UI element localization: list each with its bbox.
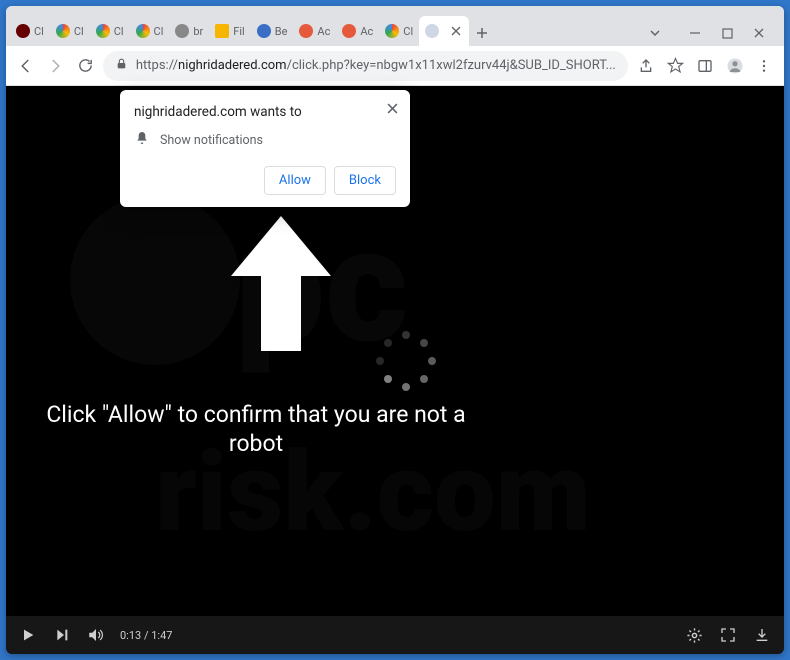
minimize-button[interactable] bbox=[688, 26, 702, 40]
tab-3[interactable]: Cl bbox=[130, 16, 170, 46]
tab-label: Fil bbox=[233, 25, 244, 38]
nav-bar: https://nighridadered.com/click.php?key=… bbox=[6, 46, 784, 86]
tab-6[interactable]: Be bbox=[251, 16, 294, 46]
tab-label: Cl bbox=[403, 25, 413, 38]
tab-5[interactable]: Fil bbox=[209, 16, 250, 46]
forward-button[interactable] bbox=[44, 52, 68, 80]
tab-label: Be bbox=[275, 25, 288, 38]
video-time: 0:13 / 1:47 bbox=[120, 629, 172, 642]
tab-1[interactable]: Cl bbox=[50, 16, 90, 46]
tab-label: Cl bbox=[114, 25, 124, 38]
arrow-up-icon bbox=[221, 206, 341, 360]
tab-4[interactable]: br bbox=[169, 16, 209, 46]
menu-button[interactable] bbox=[752, 52, 776, 80]
loading-spinner bbox=[376, 331, 436, 391]
block-button[interactable]: Block bbox=[334, 166, 396, 195]
dialog-close-button[interactable] bbox=[384, 100, 400, 116]
favicon-globe bbox=[175, 24, 189, 38]
tab-strip: Cl Cl Cl Cl br Fil Be Ac Ac Cl bbox=[6, 6, 784, 46]
reload-button[interactable] bbox=[73, 52, 97, 80]
favicon-chrome bbox=[56, 24, 70, 38]
bell-icon bbox=[134, 130, 150, 150]
favicon-chrome bbox=[136, 24, 150, 38]
page-prompt-text: Click "Allow" to confirm that you are no… bbox=[36, 401, 476, 459]
tab-label: Ac bbox=[317, 25, 330, 38]
tab-active[interactable] bbox=[419, 16, 469, 46]
close-icon[interactable] bbox=[449, 24, 463, 38]
volume-button[interactable] bbox=[86, 625, 106, 645]
download-button[interactable] bbox=[752, 625, 772, 645]
favicon-folder bbox=[215, 24, 229, 38]
window-controls bbox=[648, 26, 780, 46]
tab-2[interactable]: Cl bbox=[90, 16, 130, 46]
favicon-page bbox=[425, 24, 439, 38]
tab-9[interactable]: Cl bbox=[379, 16, 419, 46]
allow-button[interactable]: Allow bbox=[264, 166, 326, 195]
tab-label: Cl bbox=[154, 25, 164, 38]
close-window-button[interactable] bbox=[752, 26, 766, 40]
favicon-chrome bbox=[385, 24, 399, 38]
bookmark-button[interactable] bbox=[663, 52, 687, 80]
tab-label: Cl bbox=[34, 25, 44, 38]
back-button[interactable] bbox=[14, 52, 38, 80]
settings-button[interactable] bbox=[684, 625, 704, 645]
tab-label: Cl bbox=[74, 25, 84, 38]
next-button[interactable] bbox=[52, 625, 72, 645]
share-button[interactable] bbox=[634, 52, 658, 80]
favicon-red bbox=[16, 24, 30, 38]
url-text: https://nighridadered.com/click.php?key=… bbox=[136, 58, 616, 73]
browser-window: Cl Cl Cl Cl br Fil Be Ac Ac Cl bbox=[6, 6, 784, 654]
lock-icon bbox=[115, 57, 128, 74]
favicon-nosign bbox=[342, 24, 356, 38]
favicon-shield bbox=[257, 24, 271, 38]
address-bar[interactable]: https://nighridadered.com/click.php?key=… bbox=[103, 51, 628, 81]
dialog-title: nighridadered.com wants to bbox=[134, 104, 396, 120]
dialog-subtitle: Show notifications bbox=[160, 133, 263, 148]
favicon-nosign bbox=[299, 24, 313, 38]
tab-0[interactable]: Cl bbox=[10, 16, 50, 46]
tab-label: br bbox=[193, 25, 203, 38]
maximize-button[interactable] bbox=[720, 26, 734, 40]
dialog-subtitle-row: Show notifications bbox=[134, 130, 396, 150]
play-button[interactable] bbox=[18, 625, 38, 645]
video-controls: 0:13 / 1:47 bbox=[6, 616, 784, 654]
new-tab-button[interactable] bbox=[469, 20, 495, 46]
chevron-down-icon[interactable] bbox=[648, 26, 662, 40]
tab-7[interactable]: Ac bbox=[293, 16, 336, 46]
side-panel-button[interactable] bbox=[693, 52, 717, 80]
notification-dialog: nighridadered.com wants to Show notifica… bbox=[120, 90, 410, 207]
favicon-chrome bbox=[96, 24, 110, 38]
tab-label: Ac bbox=[360, 25, 373, 38]
profile-button[interactable] bbox=[723, 52, 747, 80]
fullscreen-button[interactable] bbox=[718, 625, 738, 645]
tab-8[interactable]: Ac bbox=[336, 16, 379, 46]
